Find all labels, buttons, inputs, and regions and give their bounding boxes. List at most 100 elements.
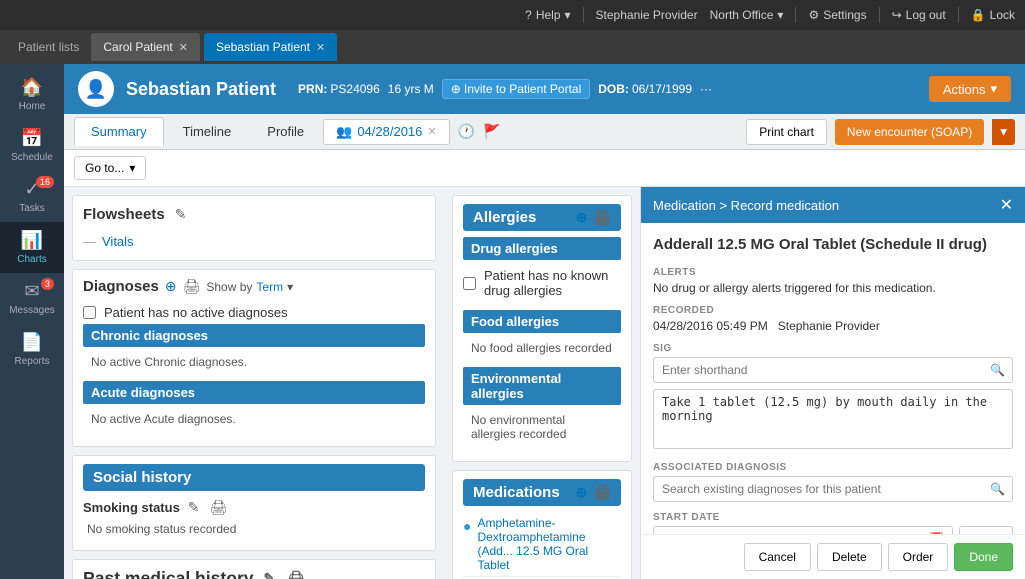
- env-allergies-section: Environmental allergies No environmental…: [463, 367, 621, 445]
- tab-summary[interactable]: Summary: [74, 117, 164, 146]
- recorded-label: RECORDED: [653, 305, 1013, 316]
- logout-button[interactable]: ↪ Log out: [892, 8, 946, 22]
- add-allergy-icon[interactable]: ⊕: [575, 209, 587, 226]
- associated-input[interactable]: [653, 476, 1013, 502]
- more-options-icon[interactable]: ···: [700, 82, 712, 96]
- drug-allergies-section: Drug allergies Patient has no known drug…: [463, 237, 621, 302]
- cancel-button[interactable]: Cancel: [744, 543, 811, 571]
- recorded-info: 04/28/2016 05:49 PM Stephanie Provider: [653, 319, 1013, 333]
- sidebar-label-tasks: Tasks: [19, 203, 45, 214]
- sidebar-label-charts: Charts: [17, 254, 46, 265]
- close-carol-tab[interactable]: ✕: [179, 41, 188, 54]
- record-medication-body: Adderall 12.5 MG Oral Tablet (Schedule I…: [641, 223, 1025, 534]
- edit-smoking-icon[interactable]: ✎: [186, 497, 202, 518]
- sidebar-label-reports: Reports: [14, 356, 49, 367]
- medication-link[interactable]: Amphetamine-Dextroamphetamine (Add... 12…: [477, 516, 621, 572]
- print-smoking-icon[interactable]: 🖨: [208, 497, 230, 518]
- settings-menu[interactable]: ⚙ Settings: [808, 8, 866, 22]
- sig-search-wrap: 🔍: [653, 357, 1013, 383]
- tasks-badge: 16: [36, 176, 54, 188]
- sig-input[interactable]: [653, 357, 1013, 383]
- close-sebastian-tab[interactable]: ✕: [316, 41, 325, 54]
- lock-button[interactable]: 🔒 Lock: [971, 8, 1015, 22]
- vitals-label: Vitals: [102, 234, 134, 249]
- delete-button[interactable]: Delete: [817, 543, 882, 571]
- plus-circle-icon: ⊕: [451, 82, 461, 96]
- sidebar: 🏠 Home 📅 Schedule ✓ 16 Tasks 📊 Charts ✉ …: [0, 64, 64, 579]
- sidebar-label-schedule: Schedule: [11, 152, 53, 163]
- vitals-item[interactable]: — Vitals: [83, 231, 425, 252]
- today-button[interactable]: Today: [959, 526, 1013, 535]
- sidebar-item-charts[interactable]: 📊 Charts: [0, 222, 64, 273]
- no-diagnoses-checkbox[interactable]: [83, 306, 96, 319]
- print-chart-button[interactable]: Print chart: [746, 119, 827, 145]
- sig-textarea[interactable]: Take 1 tablet (12.5 mg) by mouth daily i…: [653, 389, 1013, 449]
- home-icon: 🏠: [21, 77, 43, 98]
- smoking-status-subsection: Smoking status ✎ 🖨 No smoking status rec…: [83, 497, 425, 536]
- tab-timeline[interactable]: Timeline: [166, 117, 249, 146]
- history-icon[interactable]: 🕐: [458, 123, 475, 140]
- term-link[interactable]: Term: [256, 280, 283, 294]
- actions-button[interactable]: Actions ▾: [929, 76, 1011, 102]
- charts-icon: 📊: [21, 230, 43, 251]
- smoking-status-header: Smoking status ✎ 🖨: [83, 497, 425, 518]
- goto-chevron-icon: ▾: [129, 161, 135, 175]
- divider: [958, 7, 959, 23]
- patient-list-link[interactable]: Patient lists: [10, 40, 87, 54]
- help-menu[interactable]: ? Help ▾: [525, 8, 570, 22]
- edit-flowsheets-icon[interactable]: ✎: [173, 204, 189, 225]
- print-allergy-icon[interactable]: 🖨: [593, 209, 611, 226]
- alerts-label: ALERTS: [653, 267, 1013, 278]
- diagnoses-title: Diagnoses: [83, 278, 159, 295]
- panels-container: Flowsheets ✎ — Vitals Diagnoses ⊕ 🖨: [64, 187, 1025, 579]
- edit-past-medical-icon[interactable]: ✎: [262, 568, 278, 579]
- new-encounter-dropdown[interactable]: ▾: [992, 119, 1015, 145]
- food-allergies-content: No food allergies recorded: [463, 337, 621, 359]
- print-past-medical-icon[interactable]: 🖨: [285, 568, 307, 579]
- flag-icon[interactable]: 🚩: [483, 123, 500, 140]
- medication-dot: ●: [463, 518, 471, 534]
- sidebar-item-schedule[interactable]: 📅 Schedule: [0, 120, 64, 171]
- food-allergies-section: Food allergies No food allergies recorde…: [463, 310, 621, 359]
- patient-tab-sebastian[interactable]: Sebastian Patient ✕: [204, 33, 337, 61]
- chronic-diagnoses-title: Chronic diagnoses: [83, 324, 425, 347]
- print-diagnoses-icon[interactable]: 🖨: [183, 278, 201, 295]
- tab-profile[interactable]: Profile: [250, 117, 321, 146]
- sidebar-item-messages[interactable]: ✉ 3 Messages: [0, 273, 64, 324]
- tab-encounter-date[interactable]: 👥 04/28/2016 ✕: [323, 119, 449, 145]
- invite-portal-button[interactable]: ⊕ Invite to Patient Portal: [442, 79, 590, 99]
- divider: [795, 7, 796, 23]
- social-history-header: Social history: [83, 464, 425, 491]
- sidebar-item-reports[interactable]: 📄 Reports: [0, 324, 64, 375]
- office-menu[interactable]: North Office ▾: [710, 8, 784, 22]
- add-medication-icon[interactable]: ⊕: [575, 484, 587, 501]
- close-encounter-tab[interactable]: ✕: [427, 125, 436, 138]
- no-diagnoses-row: Patient has no active diagnoses: [83, 301, 425, 324]
- nav-tabs-right: Print chart New encounter (SOAP) ▾: [746, 119, 1015, 145]
- done-button[interactable]: Done: [954, 543, 1013, 571]
- start-date-row: mm/dd/yyyy 📅 Today: [653, 526, 1013, 535]
- term-chevron-icon[interactable]: ▾: [287, 280, 293, 294]
- start-date-input[interactable]: mm/dd/yyyy 📅: [653, 526, 953, 535]
- social-history-section: Social history Smoking status ✎ 🖨 No smo…: [72, 455, 436, 551]
- sig-search-icon: 🔍: [990, 363, 1005, 377]
- top-bar: ? Help ▾ Stephanie Provider North Office…: [0, 0, 1025, 30]
- add-diagnosis-icon[interactable]: ⊕: [165, 278, 177, 295]
- patient-avatar: 👤: [78, 71, 114, 107]
- order-button[interactable]: Order: [888, 543, 949, 571]
- diagnoses-section: Diagnoses ⊕ 🖨 Show by Term ▾ Patient has…: [72, 269, 436, 447]
- new-encounter-button[interactable]: New encounter (SOAP): [835, 119, 984, 145]
- drug-allergies-title: Drug allergies: [463, 237, 621, 260]
- close-medication-record[interactable]: ✕: [1000, 195, 1013, 215]
- goto-button[interactable]: Go to... ▾: [74, 156, 146, 180]
- patient-tab-carol[interactable]: Carol Patient ✕: [91, 33, 200, 61]
- sidebar-item-home[interactable]: 🏠 Home: [0, 69, 64, 120]
- env-allergies-title: Environmental allergies: [463, 367, 621, 405]
- no-drug-allergy-checkbox[interactable]: [463, 277, 476, 290]
- env-allergies-content: No environmental allergies recorded: [463, 409, 621, 445]
- gear-icon: ⚙: [808, 8, 819, 22]
- sidebar-item-tasks[interactable]: ✓ 16 Tasks: [0, 171, 64, 222]
- print-medication-icon[interactable]: 🖨: [593, 484, 611, 501]
- chronic-diagnoses-content: No active Chronic diagnoses.: [83, 351, 425, 373]
- associated-search-icon: 🔍: [990, 482, 1005, 496]
